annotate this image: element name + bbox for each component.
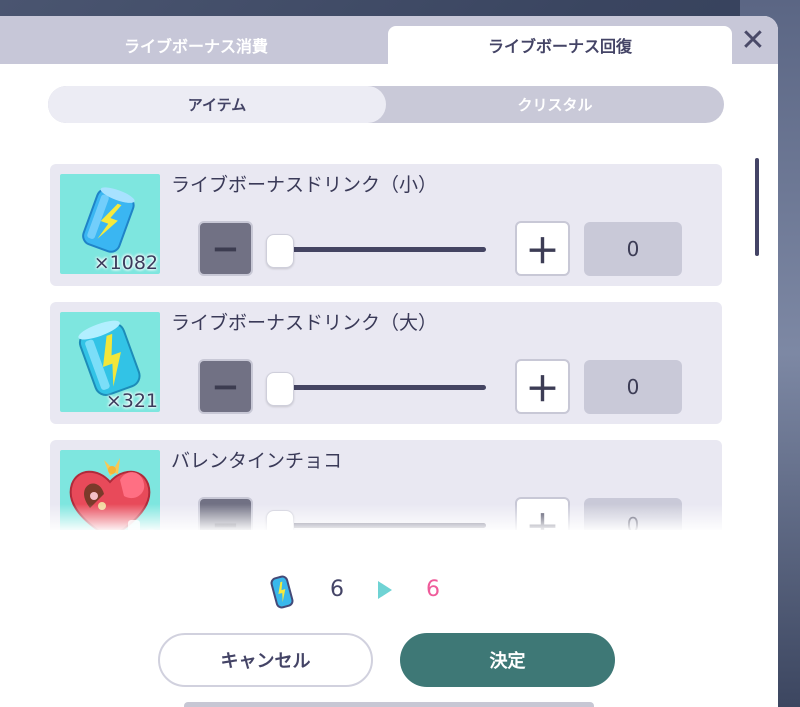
item-quantity: ×2 <box>130 528 158 530</box>
segment-control: アイテム クリスタル <box>48 86 724 123</box>
item-list: ×1082 ライブボーナスドリンク（小） − ＋ 0 ×321 ライブボーナスド… <box>0 156 778 530</box>
slider-track[interactable] <box>280 247 486 252</box>
item-name: ライブボーナスドリンク（大） <box>171 312 438 334</box>
decrease-button[interactable]: − <box>198 221 253 276</box>
close-icon[interactable]: ✕ <box>738 26 768 56</box>
valentine-chocolate-icon: ×2 <box>60 450 160 530</box>
list-item: ×321 ライブボーナスドリンク（大） − ＋ 0 <box>50 302 722 424</box>
drink-can-icon: ×1082 <box>60 174 160 274</box>
bonus-summary: 6 6 <box>268 572 468 612</box>
slider-handle[interactable] <box>266 510 294 530</box>
confirm-button[interactable]: 決定 <box>400 633 615 687</box>
slider-track[interactable] <box>280 523 486 528</box>
drink-can-icon <box>268 574 296 614</box>
item-name: バレンタインチョコ <box>171 450 343 472</box>
drink-can-icon: ×321 <box>60 312 160 412</box>
amount-field[interactable]: 0 <box>584 222 682 276</box>
slider-handle[interactable] <box>266 234 294 268</box>
item-quantity: ×321 <box>105 390 158 412</box>
increase-button[interactable]: ＋ <box>515 221 570 276</box>
segment-item[interactable]: アイテム <box>48 86 386 123</box>
amount-field[interactable]: 0 <box>584 498 682 530</box>
decrease-button[interactable]: − <box>198 497 253 530</box>
item-quantity: ×1082 <box>93 252 158 274</box>
tab-recover[interactable]: ライブボーナス回復 <box>388 26 732 64</box>
list-scrollbar[interactable] <box>755 158 759 256</box>
live-bonus-dialog: ライブボーナス消費 ライブボーナス回復 ✕ アイテム クリスタル ×1082 ラ <box>0 16 778 707</box>
cancel-button[interactable]: キャンセル <box>158 633 373 687</box>
decrease-button[interactable]: − <box>198 359 253 414</box>
increase-button[interactable]: ＋ <box>515 359 570 414</box>
item-name: ライブボーナスドリンク（小） <box>171 174 438 196</box>
bonus-current-value: 6 <box>330 577 344 602</box>
bottom-divider <box>184 702 594 707</box>
amount-field[interactable]: 0 <box>584 360 682 414</box>
bonus-result-value: 6 <box>426 577 440 602</box>
increase-button[interactable]: ＋ <box>515 497 570 530</box>
arrow-right-icon <box>378 581 392 599</box>
slider-track[interactable] <box>280 385 486 390</box>
slider-handle[interactable] <box>266 372 294 406</box>
list-item: ×1082 ライブボーナスドリンク（小） − ＋ 0 <box>50 164 722 286</box>
segment-crystal[interactable]: クリスタル <box>386 86 724 123</box>
tab-consume[interactable]: ライブボーナス消費 <box>10 26 382 64</box>
list-item: ×2 バレンタインチョコ − ＋ 0 <box>50 440 722 530</box>
tab-bar: ライブボーナス消費 ライブボーナス回復 ✕ <box>0 16 778 64</box>
